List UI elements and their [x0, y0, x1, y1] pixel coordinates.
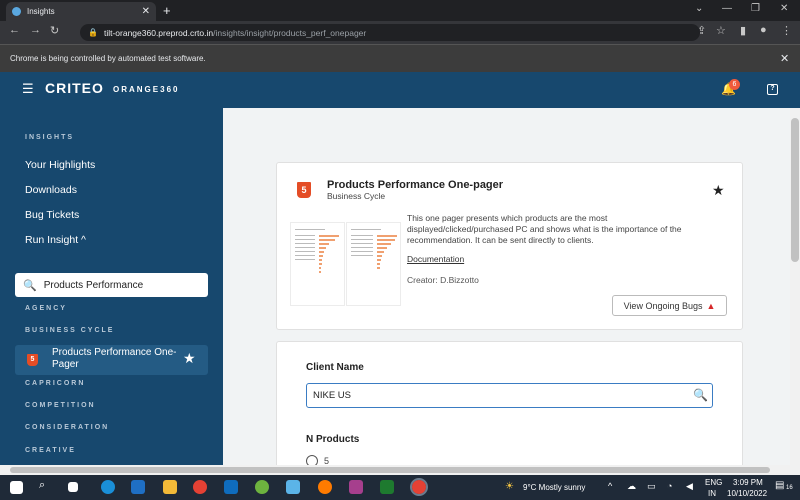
language-top[interactable]: ENG — [705, 478, 722, 487]
client-name-value: NIKE US — [313, 390, 352, 401]
browser-tab[interactable]: Insights ✕ — [6, 2, 156, 21]
view-ongoing-bugs-button[interactable]: View Ongoing Bugs ▲ — [612, 295, 727, 316]
sidebar-item-highlights[interactable]: Your Highlights — [25, 159, 95, 171]
firefox-icon[interactable] — [318, 480, 332, 494]
language-bottom[interactable]: IN — [708, 489, 716, 498]
notification-badge: 6 — [729, 79, 740, 90]
documentation-link[interactable]: Documentation — [407, 254, 464, 264]
back-icon[interactable]: ← — [9, 24, 20, 36]
sidepanel-icon[interactable]: ▮ — [740, 24, 746, 37]
insight-category: Business Cycle — [327, 191, 386, 201]
share-icon[interactable]: ⇪ — [697, 24, 706, 37]
task-view-icon[interactable] — [68, 482, 78, 492]
category-business-cycle[interactable]: BUSINESS CYCLE — [25, 327, 114, 334]
client-name-input[interactable]: NIKE US — [306, 383, 713, 408]
html5-icon: 5 — [297, 182, 311, 198]
url-host: tilt-orange360.preprod.crto.in — [103, 27, 214, 38]
wifi-icon[interactable]: ◔ — [667, 481, 672, 491]
volume-icon[interactable]: ◀ — [686, 481, 693, 492]
notification-center-icon[interactable]: ▤ — [775, 480, 784, 491]
tray-chevron-icon[interactable]: ^ — [608, 481, 612, 491]
address-bar[interactable]: 🔒 tilt-orange360.preprod.crto.in/insight… — [80, 24, 700, 41]
infobar-text: Chrome is being controlled by automated … — [10, 54, 206, 63]
reload-icon[interactable]: ↻ — [50, 24, 59, 37]
bugs-button-label: View Ongoing Bugs — [623, 300, 703, 311]
automation-infobar: Chrome is being controlled by automated … — [0, 44, 800, 72]
sidebar-search-input[interactable]: 🔍 Products Performance — [15, 273, 208, 297]
profile-icon[interactable]: ● — [760, 24, 767, 36]
url-path: /insights/insight/products_perf_onepager — [213, 27, 367, 38]
favorite-star-icon[interactable]: ★ — [183, 350, 196, 367]
category-creative[interactable]: CREATIVE — [25, 447, 76, 454]
search-icon: 🔍 — [23, 279, 37, 292]
product-name: ORANGE360 — [113, 85, 180, 94]
pycharm-icon[interactable] — [380, 480, 394, 494]
horizontal-scroll-thumb[interactable] — [10, 467, 770, 473]
favorite-star-icon[interactable]: ★ — [712, 182, 725, 199]
windows-start-icon[interactable] — [10, 481, 23, 494]
sidebar-section-title: INSIGHTS — [25, 134, 75, 141]
minimize-button[interactable]: — — [722, 3, 732, 14]
category-competition[interactable]: COMPETITION — [25, 402, 96, 409]
criteo-logo[interactable]: CRITEO — [45, 80, 104, 96]
n-products-label: N Products — [306, 434, 360, 445]
notification-center-count: 16 — [786, 485, 793, 491]
lock-icon: 🔒 — [88, 28, 98, 37]
help-icon[interactable]: ? — [767, 84, 778, 95]
chrome-active-icon[interactable] — [410, 478, 428, 496]
preview-thumbnail[interactable] — [346, 222, 401, 306]
new-tab-button[interactable]: + — [163, 3, 171, 18]
taskbar-search-icon[interactable]: ⌕ — [39, 479, 45, 492]
insight-title: Products Performance One-pager — [327, 179, 504, 191]
tab-title: Insights — [27, 7, 55, 16]
warning-icon: ▲ — [706, 300, 716, 311]
outlook-icon[interactable] — [224, 480, 238, 494]
tab-favicon-icon — [12, 7, 21, 16]
search-value: Products Performance — [43, 279, 144, 291]
chrome-icon[interactable] — [193, 480, 207, 494]
html5-icon: 5 — [27, 354, 38, 366]
close-window-button[interactable]: ✕ — [780, 3, 788, 14]
active-insight-label[interactable]: Products Performance One-Pager — [52, 347, 187, 371]
insight-creator: Creator: D.Bizzotto — [407, 275, 479, 285]
preview-thumbnail[interactable] — [290, 222, 345, 306]
windows-taskbar — [0, 475, 800, 500]
tab-close-icon[interactable]: ✕ — [142, 6, 150, 17]
hamburger-menu-icon[interactable]: ☰ — [22, 81, 34, 97]
slack-icon[interactable] — [255, 480, 269, 494]
paint-icon[interactable] — [349, 480, 363, 494]
clock-time[interactable]: 3:09 PM — [733, 478, 763, 487]
sidebar-item-run-insight[interactable]: Run Insight ^ — [25, 234, 86, 246]
edge-icon[interactable] — [101, 480, 115, 494]
sidebar-item-downloads[interactable]: Downloads — [25, 184, 77, 196]
file-explorer-icon[interactable] — [163, 480, 177, 494]
notepad-icon[interactable] — [286, 480, 300, 494]
sidebar-item-bug-tickets[interactable]: Bug Tickets — [25, 209, 79, 221]
category-agency[interactable]: AGENCY — [25, 305, 67, 312]
tab-search-icon[interactable]: ⌄ — [695, 3, 703, 14]
bookmark-star-icon[interactable]: ☆ — [716, 24, 726, 37]
cloud-icon[interactable]: ☁ — [627, 481, 636, 492]
client-name-label: Client Name — [306, 362, 364, 373]
infobar-close-icon[interactable]: ✕ — [780, 52, 789, 65]
calculator-icon[interactable] — [131, 480, 145, 494]
weather-icon: ☀ — [505, 481, 514, 492]
insight-description: This one pager presents which products a… — [407, 213, 682, 245]
menu-kebab-icon[interactable]: ⋮ — [781, 24, 792, 37]
weather-text[interactable]: 9°C Mostly sunny — [523, 483, 585, 492]
battery-icon[interactable]: ▭ — [647, 481, 656, 492]
restore-button[interactable]: ❐ — [751, 3, 760, 14]
category-capricorn[interactable]: CAPRICORN — [25, 380, 85, 387]
clock-date[interactable]: 10/10/2022 — [727, 489, 767, 498]
category-consideration[interactable]: CONSIDERATION — [25, 424, 109, 431]
forward-icon[interactable]: → — [30, 24, 41, 36]
vertical-scroll-thumb[interactable] — [791, 118, 799, 262]
search-icon[interactable]: 🔍 — [693, 388, 708, 402]
